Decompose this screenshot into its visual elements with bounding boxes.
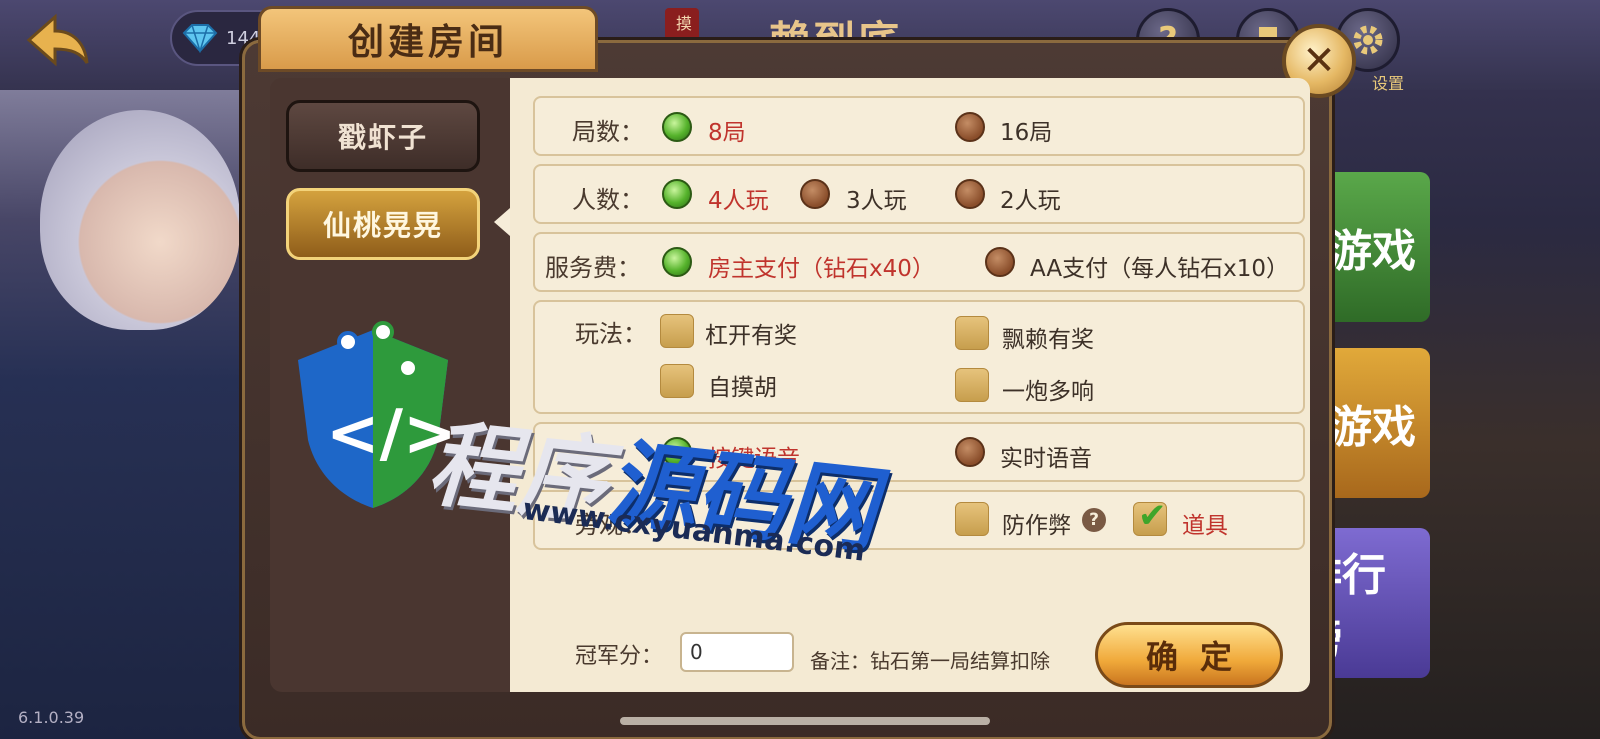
home-indicator[interactable] [620, 717, 990, 725]
rule-4-label: 一炮多响 [1002, 379, 1094, 405]
players-3-label: 3人玩 [846, 188, 907, 214]
tab-game-type-2[interactable]: 仙桃晃晃 [286, 188, 480, 260]
checkbox-rule-2[interactable] [955, 316, 989, 350]
radio-voice-realtime[interactable] [955, 437, 985, 467]
confirm-label: 确定 [1145, 638, 1254, 676]
rule-2-label: 飘赖有奖 [1002, 327, 1094, 353]
checkbox-anti-cheat[interactable] [955, 502, 989, 536]
dialog-title: 创建房间 [347, 21, 508, 63]
checkmark-icon: ✔ [1138, 496, 1167, 536]
voice-realtime-label: 实时语音 [1000, 446, 1092, 472]
rounds-row [533, 96, 1305, 156]
rounds-label: 局数： [572, 118, 644, 146]
radio-players-2[interactable] [955, 179, 985, 209]
dialog-title-tab: 创建房间 [258, 6, 598, 72]
radio-players-3[interactable] [800, 179, 830, 209]
diamond-icon [182, 24, 218, 53]
checkbox-props[interactable]: ✔ [1133, 496, 1167, 536]
side-button-label: 游戏 [1328, 402, 1416, 453]
radio-fee-aa[interactable] [985, 247, 1015, 277]
fee-aa-label: AA支付（每人钻石x10） [1030, 256, 1289, 282]
players-row [533, 164, 1305, 224]
version-label: 6.1.0.39 [18, 708, 85, 727]
players-4-label: 4人玩 [708, 188, 769, 214]
rules-row [533, 300, 1305, 414]
checkbox-rule-3[interactable] [660, 364, 694, 398]
rounds-8-label: 8局 [708, 120, 746, 146]
players-label: 人数： [572, 186, 644, 214]
fee-label: 服务费： [545, 254, 641, 282]
side-button-label: 游戏 [1328, 226, 1416, 277]
close-icon: ✕ [1302, 38, 1336, 84]
active-tab-pointer [494, 208, 510, 236]
radio-players-4[interactable] [662, 179, 692, 209]
back-button[interactable] [22, 10, 94, 70]
players-2-label: 2人玩 [1000, 188, 1061, 214]
confirm-button[interactable]: 确定 [1095, 622, 1283, 688]
checkbox-rule-1[interactable] [660, 314, 694, 348]
fee-owner-label: 房主支付（钻石x40） [708, 256, 935, 282]
note-text: 备注：钻石第一局结算扣除 [810, 649, 1050, 673]
tab-game-type-1[interactable]: 戳虾子 [286, 100, 480, 172]
tab-label: 仙桃晃晃 [322, 209, 443, 242]
tab-label: 戳虾子 [337, 121, 428, 154]
checkbox-rule-4[interactable] [955, 368, 989, 402]
radio-rounds-8[interactable] [662, 112, 692, 142]
settings-label: 设置 [1372, 74, 1405, 93]
rule-3-label: 自摸胡 [708, 375, 777, 401]
rules-label: 玩法： [575, 320, 647, 348]
character-portrait [40, 110, 240, 330]
radio-fee-owner[interactable] [662, 247, 692, 277]
back-arrow-icon [26, 13, 89, 67]
help-question-icon[interactable]: ? [1082, 508, 1106, 532]
props-label: 道具 [1182, 513, 1228, 539]
score-input[interactable] [680, 632, 794, 672]
radio-rounds-16[interactable] [955, 112, 985, 142]
rule-1-label: 杠开有奖 [705, 323, 797, 349]
anti-cheat-label: 防作弊 [1002, 513, 1071, 539]
rounds-16-label: 16局 [1000, 120, 1053, 146]
score-label: 冠军分： [575, 644, 664, 669]
